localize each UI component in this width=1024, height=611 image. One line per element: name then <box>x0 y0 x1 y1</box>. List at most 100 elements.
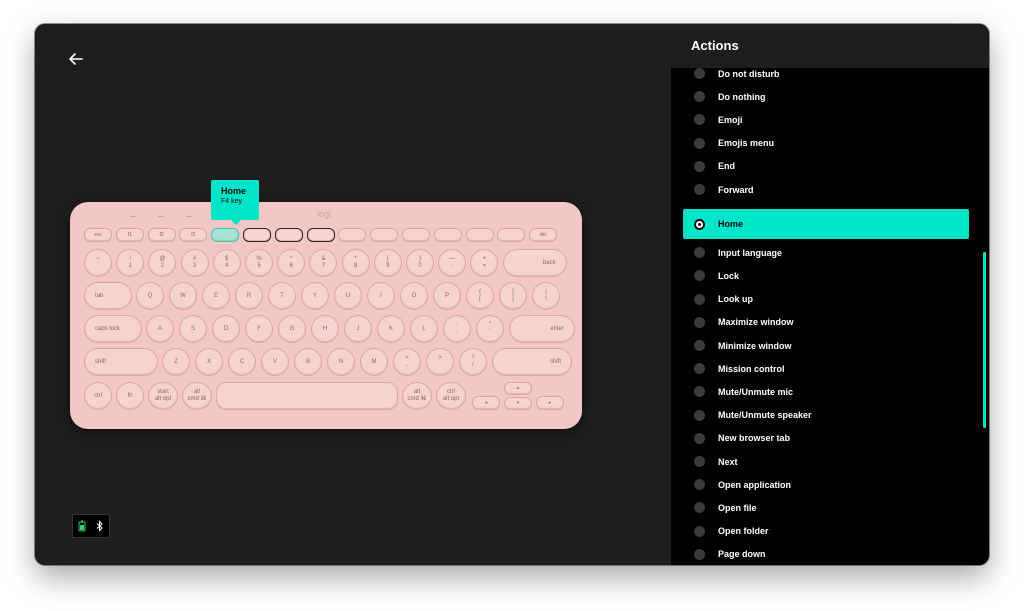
number-key[interactable]: #3 <box>180 249 209 277</box>
radio-icon[interactable] <box>694 432 705 444</box>
letter-key[interactable]: ? / <box>459 348 487 376</box>
function-key[interactable] <box>243 228 271 242</box>
letter-key[interactable]: " ' <box>476 315 504 343</box>
letter-key[interactable]: C <box>228 348 256 376</box>
radio-icon[interactable] <box>694 502 705 514</box>
radio-icon[interactable] <box>694 456 705 467</box>
action-item[interactable]: Open folder <box>683 520 969 543</box>
letter-key[interactable]: F <box>245 315 273 343</box>
letter-key[interactable]: {[ <box>466 282 494 310</box>
letter-key[interactable]: P <box>433 282 461 310</box>
action-item[interactable]: Open file <box>683 496 969 519</box>
action-item[interactable]: Maximize window <box>683 311 969 334</box>
number-key[interactable]: ^ 6 <box>277 249 306 277</box>
function-key[interactable]: del <box>529 228 558 242</box>
action-item[interactable]: Do not disturb <box>683 68 969 85</box>
fn-key[interactable]: fn <box>116 382 144 410</box>
letter-key[interactable]: X <box>195 348 223 376</box>
radio-selected-icon[interactable] <box>694 218 705 230</box>
number-key[interactable]: + = <box>470 249 499 277</box>
alt-key[interactable]: alt cmd ⌘ <box>182 382 212 410</box>
letter-key[interactable]: | \ <box>532 282 560 310</box>
letter-key[interactable]: >. <box>426 348 454 376</box>
letter-key[interactable]: W <box>169 282 197 310</box>
letter-key[interactable]: H <box>311 315 339 343</box>
letter-key[interactable]: Y <box>301 282 329 310</box>
letter-key[interactable]: :; <box>443 315 471 343</box>
radio-icon[interactable] <box>694 270 705 282</box>
function-key[interactable] <box>402 228 430 242</box>
letter-key[interactable]: Q <box>136 282 164 310</box>
action-item[interactable]: End <box>683 155 969 178</box>
number-key[interactable]: * 8 <box>341 249 370 277</box>
radio-icon[interactable] <box>694 363 705 375</box>
action-item[interactable]: Home <box>683 209 969 240</box>
radio-icon[interactable] <box>694 293 705 305</box>
backspace-key[interactable]: back <box>502 249 567 277</box>
letter-key[interactable]: M <box>360 348 388 376</box>
function-key[interactable] <box>497 228 526 242</box>
letter-key[interactable]: J <box>344 315 372 343</box>
function-key[interactable] <box>370 228 399 242</box>
radio-icon[interactable] <box>694 409 705 421</box>
action-item[interactable]: Input language <box>683 241 969 264</box>
function-key[interactable]: f1 <box>115 228 144 242</box>
function-key[interactable] <box>274 228 303 242</box>
function-key[interactable] <box>306 228 335 242</box>
letter-key[interactable]: Z <box>162 348 190 376</box>
letter-key[interactable]: B <box>294 348 322 376</box>
number-key[interactable]: $4 <box>212 249 241 277</box>
radio-icon[interactable] <box>694 68 705 79</box>
action-item[interactable]: Mute/Unmute mic <box>683 380 969 403</box>
letter-key[interactable]: G <box>278 315 306 343</box>
radio-icon[interactable] <box>694 160 705 172</box>
function-key[interactable]: f2 <box>147 228 176 242</box>
radio-icon[interactable] <box>694 386 705 398</box>
start-key[interactable]: start alt opt <box>148 382 178 410</box>
letter-key[interactable]: T <box>268 282 296 310</box>
radio-icon[interactable] <box>694 91 705 103</box>
action-item[interactable]: Next <box>683 450 969 473</box>
right-ctrl-key[interactable]: ctrl alt opt <box>436 382 466 410</box>
ctrl-key[interactable]: ctrl <box>84 382 112 410</box>
letter-key[interactable]: R <box>235 282 263 310</box>
action-item[interactable]: Emojis menu <box>683 132 969 155</box>
letter-key[interactable]: I <box>367 282 395 310</box>
number-key[interactable]: (9 <box>373 249 402 277</box>
action-item[interactable]: Page down <box>683 543 969 565</box>
radio-icon[interactable] <box>694 137 705 149</box>
letter-key[interactable]: S <box>179 315 207 343</box>
actions-list[interactable]: Do not disturb Do nothing Emoji Emojis menu… <box>671 68 981 565</box>
radio-icon[interactable] <box>694 247 705 259</box>
arrow-down-key[interactable]: ▾ <box>504 397 532 410</box>
number-key[interactable]: @2 <box>148 249 177 277</box>
radio-icon[interactable] <box>694 340 705 351</box>
action-item[interactable]: Lock <box>683 264 969 287</box>
arrow-left-key[interactable]: ◂ <box>472 396 500 410</box>
right-shift-key[interactable]: shift <box>492 348 572 376</box>
radio-icon[interactable] <box>694 114 705 126</box>
letter-key[interactable]: E <box>202 282 230 310</box>
function-key[interactable] <box>465 228 494 242</box>
caps-lock-key[interactable]: caps lock <box>84 315 142 343</box>
function-key[interactable]: f3 <box>179 228 208 242</box>
arrow-up-key[interactable]: ▴ <box>504 382 532 395</box>
letter-key[interactable]: A <box>146 315 174 343</box>
action-item[interactable]: Mute/Unmute speaker <box>683 404 969 427</box>
number-key[interactable]: ~ ` <box>84 249 112 277</box>
arrow-left-icon[interactable] <box>68 52 84 66</box>
enter-key[interactable]: enter <box>509 315 575 343</box>
actions-scrollbar[interactable] <box>983 252 986 428</box>
tab-key[interactable]: tab <box>84 282 132 310</box>
radio-icon[interactable] <box>694 548 705 560</box>
number-key[interactable]: % 5 <box>245 249 273 277</box>
number-key[interactable]: ) 0 <box>406 249 434 277</box>
action-item[interactable]: Do nothing <box>683 85 969 108</box>
number-key[interactable]: & 7 <box>309 249 338 277</box>
action-item[interactable]: Emoji <box>683 108 969 131</box>
letter-key[interactable]: }] <box>499 282 527 310</box>
action-item[interactable]: Mission control <box>683 357 969 380</box>
spacebar-key[interactable] <box>216 382 398 410</box>
radio-icon[interactable] <box>694 184 705 195</box>
action-item[interactable]: Forward <box>683 178 969 201</box>
